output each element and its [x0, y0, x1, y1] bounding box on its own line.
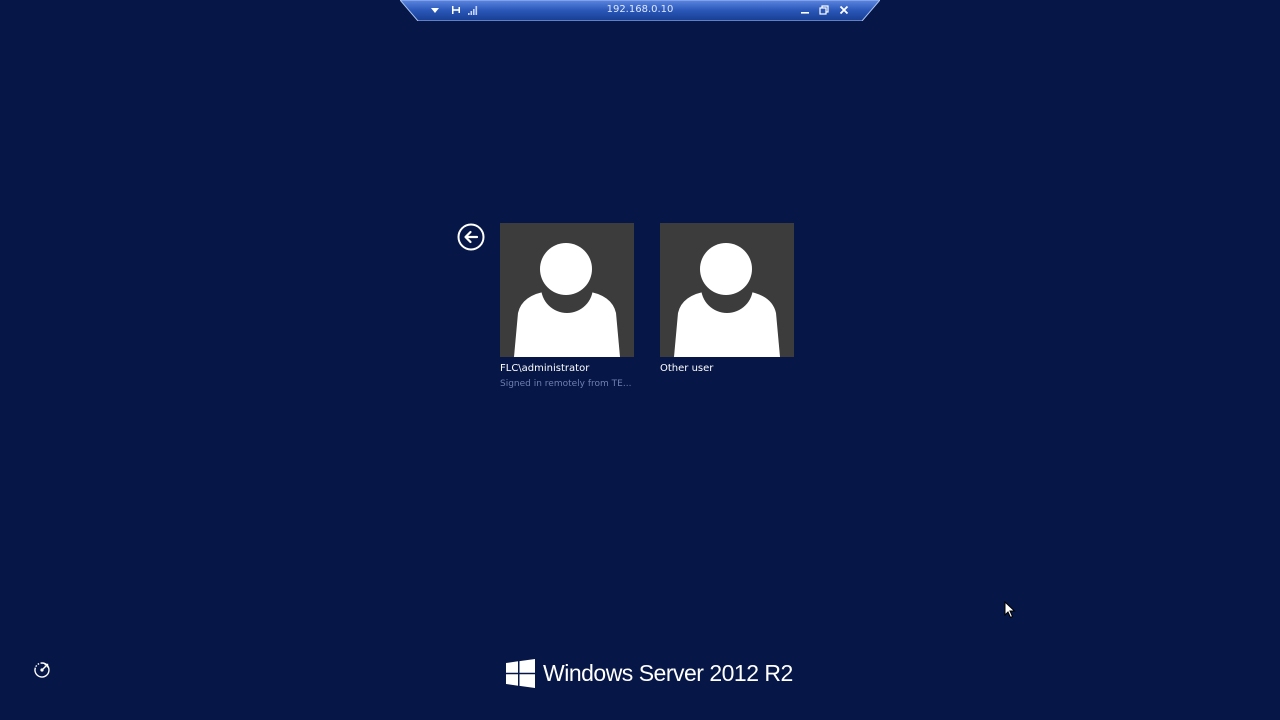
back-button[interactable] — [457, 223, 485, 251]
user-silhouette-icon — [514, 240, 620, 357]
signal-bars-icon[interactable] — [466, 3, 480, 17]
brand-text: Windows Server 2012 R2 — [543, 659, 793, 686]
user-name: FLC\administrator — [500, 363, 590, 374]
chevron-down-icon[interactable] — [428, 3, 442, 17]
windows-branding: Windows Server 2012 R2 — [506, 658, 793, 688]
lock-screen: 192.168.0.10 FLC\administrator Signed in… — [0, 0, 1280, 720]
ease-of-access-button[interactable] — [32, 660, 52, 680]
back-arrow-icon — [457, 223, 485, 251]
restore-icon[interactable] — [817, 3, 831, 17]
mouse-cursor-icon — [1004, 601, 1016, 619]
minimize-icon[interactable] — [798, 3, 812, 17]
close-icon[interactable] — [837, 3, 851, 17]
user-tile-administrator[interactable]: FLC\administrator Signed in remotely fro… — [500, 223, 634, 389]
user-avatar — [500, 223, 634, 357]
user-name: Other user — [660, 363, 714, 374]
user-silhouette-icon — [674, 240, 780, 357]
user-tile-other-user[interactable]: Other user — [660, 223, 794, 374]
user-status: Signed in remotely from TE... — [500, 379, 632, 389]
pin-icon[interactable] — [449, 3, 463, 17]
ease-of-access-icon — [34, 662, 50, 678]
rdp-host-address: 192.168.0.10 — [606, 4, 674, 15]
rdp-connection-bar: 192.168.0.10 — [400, 0, 880, 21]
user-avatar — [660, 223, 794, 357]
windows-logo-icon — [506, 658, 535, 688]
